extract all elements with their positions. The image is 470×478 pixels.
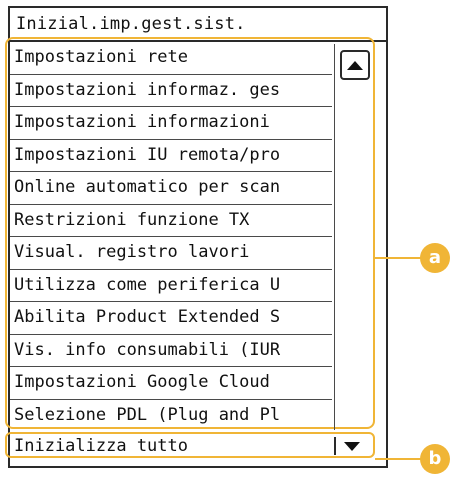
callout-a-badge: a xyxy=(420,243,450,273)
scrollbar-track[interactable] xyxy=(334,44,335,430)
callout-a-line xyxy=(375,257,423,259)
list-item[interactable]: Abilita Product Extended S xyxy=(10,302,332,335)
triangle-up-icon xyxy=(347,60,363,70)
list-item[interactable]: Impostazioni IU remota/pro xyxy=(10,140,332,172)
settings-list: Impostazioni rete Impostazioni informaz.… xyxy=(10,42,332,432)
callout-b-badge: b xyxy=(420,444,450,474)
callout-b-line xyxy=(375,458,423,460)
list-item[interactable]: Vis. info consumabili (IUR xyxy=(10,335,332,367)
list-item[interactable]: Online automatico per scan xyxy=(10,172,332,205)
list-item[interactable]: Impostazioni rete xyxy=(10,42,332,75)
select-divider xyxy=(334,437,336,455)
list-item[interactable]: Impostazioni Google Cloud xyxy=(10,367,332,400)
list-item[interactable]: Selezione PDL (Plug and Pl xyxy=(10,400,332,433)
list-item[interactable]: Impostazioni informaz. ges xyxy=(10,75,332,107)
list-item[interactable]: Restrizioni funzione TX xyxy=(10,205,332,237)
initialize-select[interactable]: Inizializza tutto xyxy=(10,435,370,457)
list-item[interactable]: Visual. registro lavori xyxy=(10,237,332,270)
triangle-down-icon[interactable] xyxy=(344,442,360,451)
list-item[interactable]: Impostazioni informazioni xyxy=(10,107,332,140)
select-value: Inizializza tutto xyxy=(14,436,188,456)
scroll-up-button[interactable] xyxy=(340,50,370,80)
list-item[interactable]: Utilizza come periferica U xyxy=(10,270,332,302)
